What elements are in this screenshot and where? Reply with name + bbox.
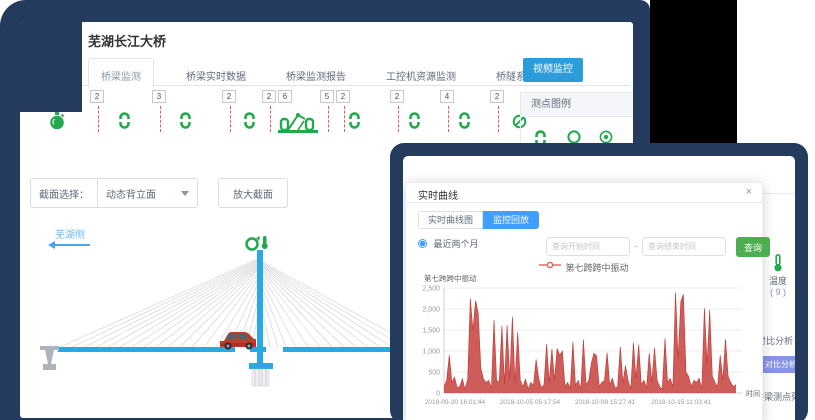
front-window: 温度 ( 9 ) 对比分析 对比分析 桥梁测点列表 实时曲线 × 实时曲线图监控… [390,143,808,420]
alarm-dashed-line [230,106,231,132]
query-start-time-input[interactable] [546,237,630,256]
bridge-side-label: 芜湖侧 [55,226,85,241]
modal-tab-0[interactable]: 实时曲线图 [418,211,483,229]
right-sidebar-strip: 温度 ( 9 ) 对比分析 对比分析 桥梁测点列表 [761,156,795,420]
link-sensor-icon[interactable] [349,112,360,134]
svg-text:1,500: 1,500 [422,328,440,335]
bridge-svg [30,218,420,418]
link-icon [535,130,546,143]
circle-icon [567,130,581,143]
left-arrow-icon [50,244,90,246]
frame-corner-patch [20,22,82,112]
vibration-chart: 第七跨跨中振动 0 500 1,000 1,500 2,000 2,500 2018-09-3… [410,273,760,419]
sensor-count-badge: 3 [152,90,166,103]
tab-3[interactable]: 工控机资源监测 [374,62,468,89]
enlarge-section-button[interactable]: 放大截面 [218,178,288,208]
tab-1[interactable]: 桥梁实时数据 [174,62,258,89]
link-sensor-icon[interactable] [409,112,420,134]
section-select-dropdown[interactable]: 动态背立面 [98,186,197,201]
section-select-label: 截面选择： [31,179,98,207]
circled-dot-icon [599,130,613,143]
sensor-count-badge: 2 [222,90,236,103]
tab-2[interactable]: 桥梁监测报告 [274,62,358,89]
alarm-dashed-line [344,106,345,132]
modal-header: 实时曲线 × [406,183,762,203]
sensor-count-badge: 2 [90,90,104,103]
alarm-dashed-line [398,106,399,132]
link-sensor-icon[interactable] [459,112,470,134]
radio-last-two-months[interactable] [418,239,427,248]
thermometer-icon [772,254,784,272]
query-row: 最近两个月 - 查询 [418,237,752,257]
svg-text:时间: 时间 [746,389,760,398]
alarm-dashed-line [328,106,329,132]
page-title: 芜湖长江大桥 [88,31,166,50]
tower-thermometer-icon[interactable] [262,236,268,249]
tower-rotation-sensor-icon[interactable] [247,236,261,250]
query-end-time-input[interactable] [642,237,726,256]
temperature-count: ( 9 ) [763,287,793,297]
modal-tab-group: 实时曲线图监控回放 [418,211,539,229]
svg-text:2018-10-05 05:17:54: 2018-10-05 05:17:54 [500,399,561,406]
front-page: 温度 ( 9 ) 对比分析 对比分析 桥梁测点列表 实时曲线 × 实时曲线图监控… [403,156,795,420]
legend-panel-title: 测点图例 [521,92,633,117]
legend-icons-row [521,127,633,143]
modal-tab-1[interactable]: 监控回放 [483,211,539,229]
alarm-dashed-line [270,106,271,132]
bridge-diagram: 芜湖侧 [30,218,420,418]
desktop-black-region [650,0,737,143]
pier-piles [252,369,269,386]
sensor-count-badge: 2 [262,90,276,103]
svg-text:1,000: 1,000 [422,349,440,356]
svg-text:2018-10-09 15:27:41: 2018-10-09 15:27:41 [575,399,636,406]
svg-text:0: 0 [436,391,440,398]
left-abutment [40,346,59,370]
sensor-count-badge: 5 [320,90,334,103]
modal-title: 实时曲线 [418,187,458,202]
sensor-count-badge: 2 [490,90,504,103]
section-select-value: 动态背立面 [106,186,156,201]
video-monitor-button[interactable]: 视频监控 [523,58,583,82]
alarm-dashed-line [448,106,449,132]
svg-text:第七跨跨中振动: 第七跨跨中振动 [424,273,477,283]
stopwatch-icon[interactable] [49,112,65,135]
sensor-count-badge: 2 [336,90,350,103]
link-sensor-icon[interactable] [180,112,191,134]
alarm-dashed-line [160,106,161,132]
sensor-count-badge: 6 [278,90,292,103]
radio-label: 最近两个月 [434,239,479,249]
car [220,332,256,350]
sensor-strip: 2322652242 [20,88,540,148]
chevron-down-icon [181,191,189,196]
query-button[interactable]: 查询 [736,237,770,257]
screen: 芜湖长江大桥 桥梁监测桥梁实时数据桥梁监测报告工控机资源监测桥隧系统报警 视频监… [0,0,815,420]
svg-text:2018-10-15 11:03:41: 2018-10-15 11:03:41 [651,399,711,406]
close-icon[interactable]: × [746,186,752,198]
legend-series-name: 第七跨跨中振动 [565,263,628,273]
alarm-dashed-line [498,106,499,132]
link-sensor-icon[interactable] [244,112,255,134]
legend-marker-icon [539,261,561,269]
tab-0[interactable]: 桥梁监测 [88,58,154,87]
sensor-count-badge: 2 [390,90,404,103]
compare-analysis-button[interactable]: 对比分析 [761,356,795,373]
alarm-dashed-line [98,106,99,132]
date-separator: - [634,241,637,251]
realtime-curve-modal: 实时曲线 × 实时曲线图监控回放 最近两个月 - 查询 [405,182,763,420]
svg-text:2,000: 2,000 [422,307,440,314]
bridge-deck [58,347,420,352]
temperature-label: 温度 [763,274,793,287]
pier-cap [249,363,273,369]
crane-sensor-icon[interactable] [278,112,318,139]
svg-text:500: 500 [428,370,440,377]
svg-text:2018-09-30 16:01:44: 2018-09-30 16:01:44 [425,399,486,406]
temperature-sensor-item[interactable]: 温度 ( 9 ) [763,254,793,297]
svg-text:2,500: 2,500 [422,286,440,293]
sensor-count-badge: 4 [440,90,454,103]
link-sensor-icon[interactable] [119,112,130,134]
section-select-group: 截面选择： 动态背立面 [30,178,198,208]
